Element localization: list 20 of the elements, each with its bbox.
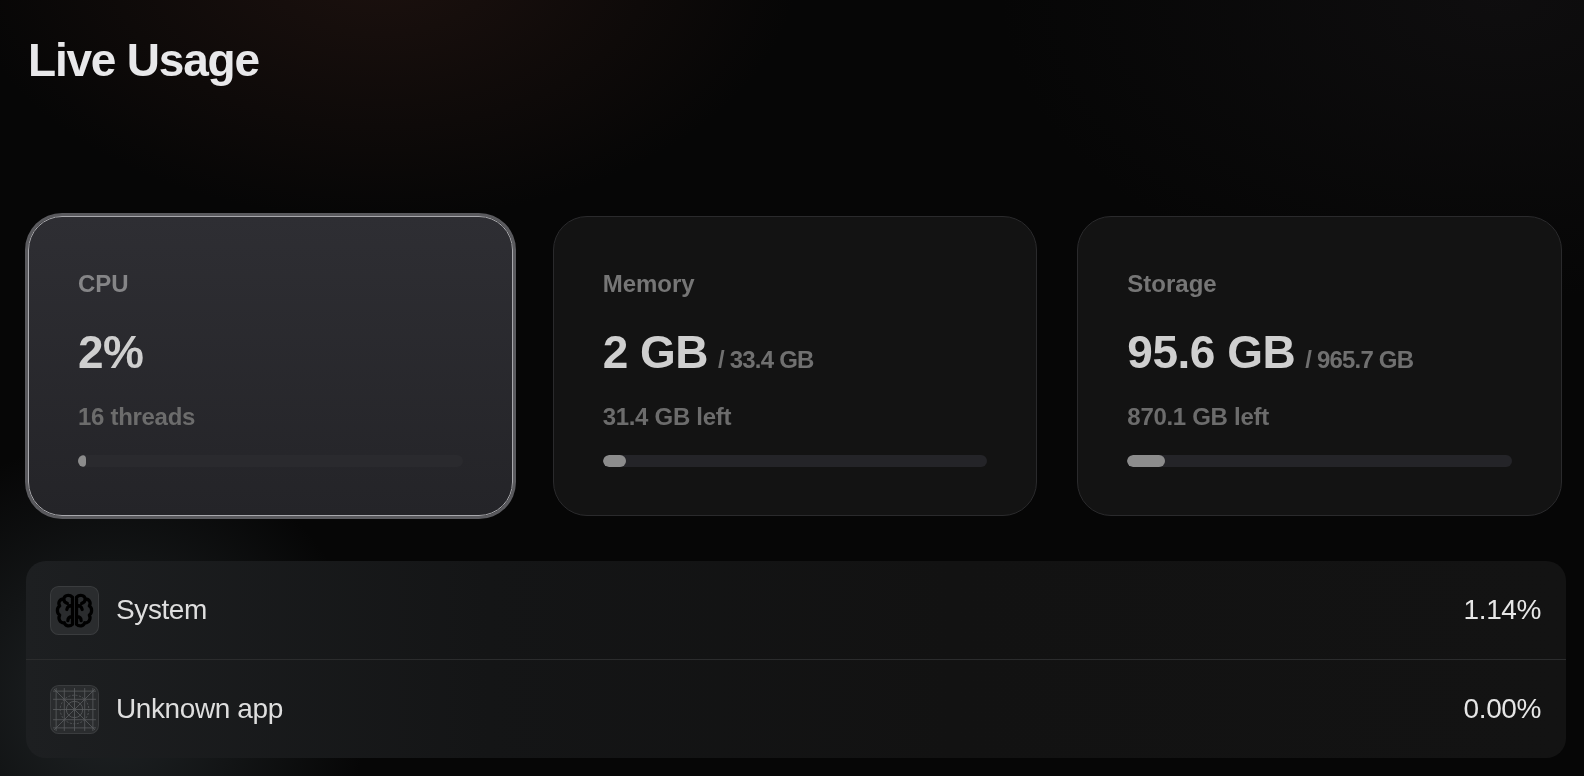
process-name: System: [116, 594, 207, 626]
card-label: CPU: [78, 270, 129, 299]
brain-icon: [50, 585, 99, 635]
card-total: / 965.7 GB: [1305, 346, 1414, 374]
card-detail: 16 threads: [78, 403, 196, 433]
process-usage: 0.00%: [1463, 693, 1541, 725]
process-name: Unknown app: [116, 693, 283, 725]
process-usage: 1.14%: [1463, 594, 1541, 626]
stat-card[interactable]: Memory 2 GB / 33.4 GB 31.4 GB left: [552, 216, 1038, 516]
card-detail: 31.4 GB left: [602, 403, 732, 433]
stat-card[interactable]: CPU 2% 16 threads: [28, 216, 513, 516]
grid-icon: [50, 684, 99, 734]
stat-card[interactable]: Storage 95.6 GB / 965.7 GB 870.1 GB left: [1077, 216, 1562, 516]
card-value: 95.6 GB: [1127, 326, 1296, 378]
card-label: Memory: [602, 270, 695, 299]
card-total: / 33.4 GB: [718, 346, 814, 374]
card-label: Storage: [1127, 270, 1217, 299]
card-value: 2%: [78, 326, 144, 378]
card-detail: 870.1 GB left: [1127, 403, 1269, 433]
card-value: 2 GB: [602, 326, 709, 378]
